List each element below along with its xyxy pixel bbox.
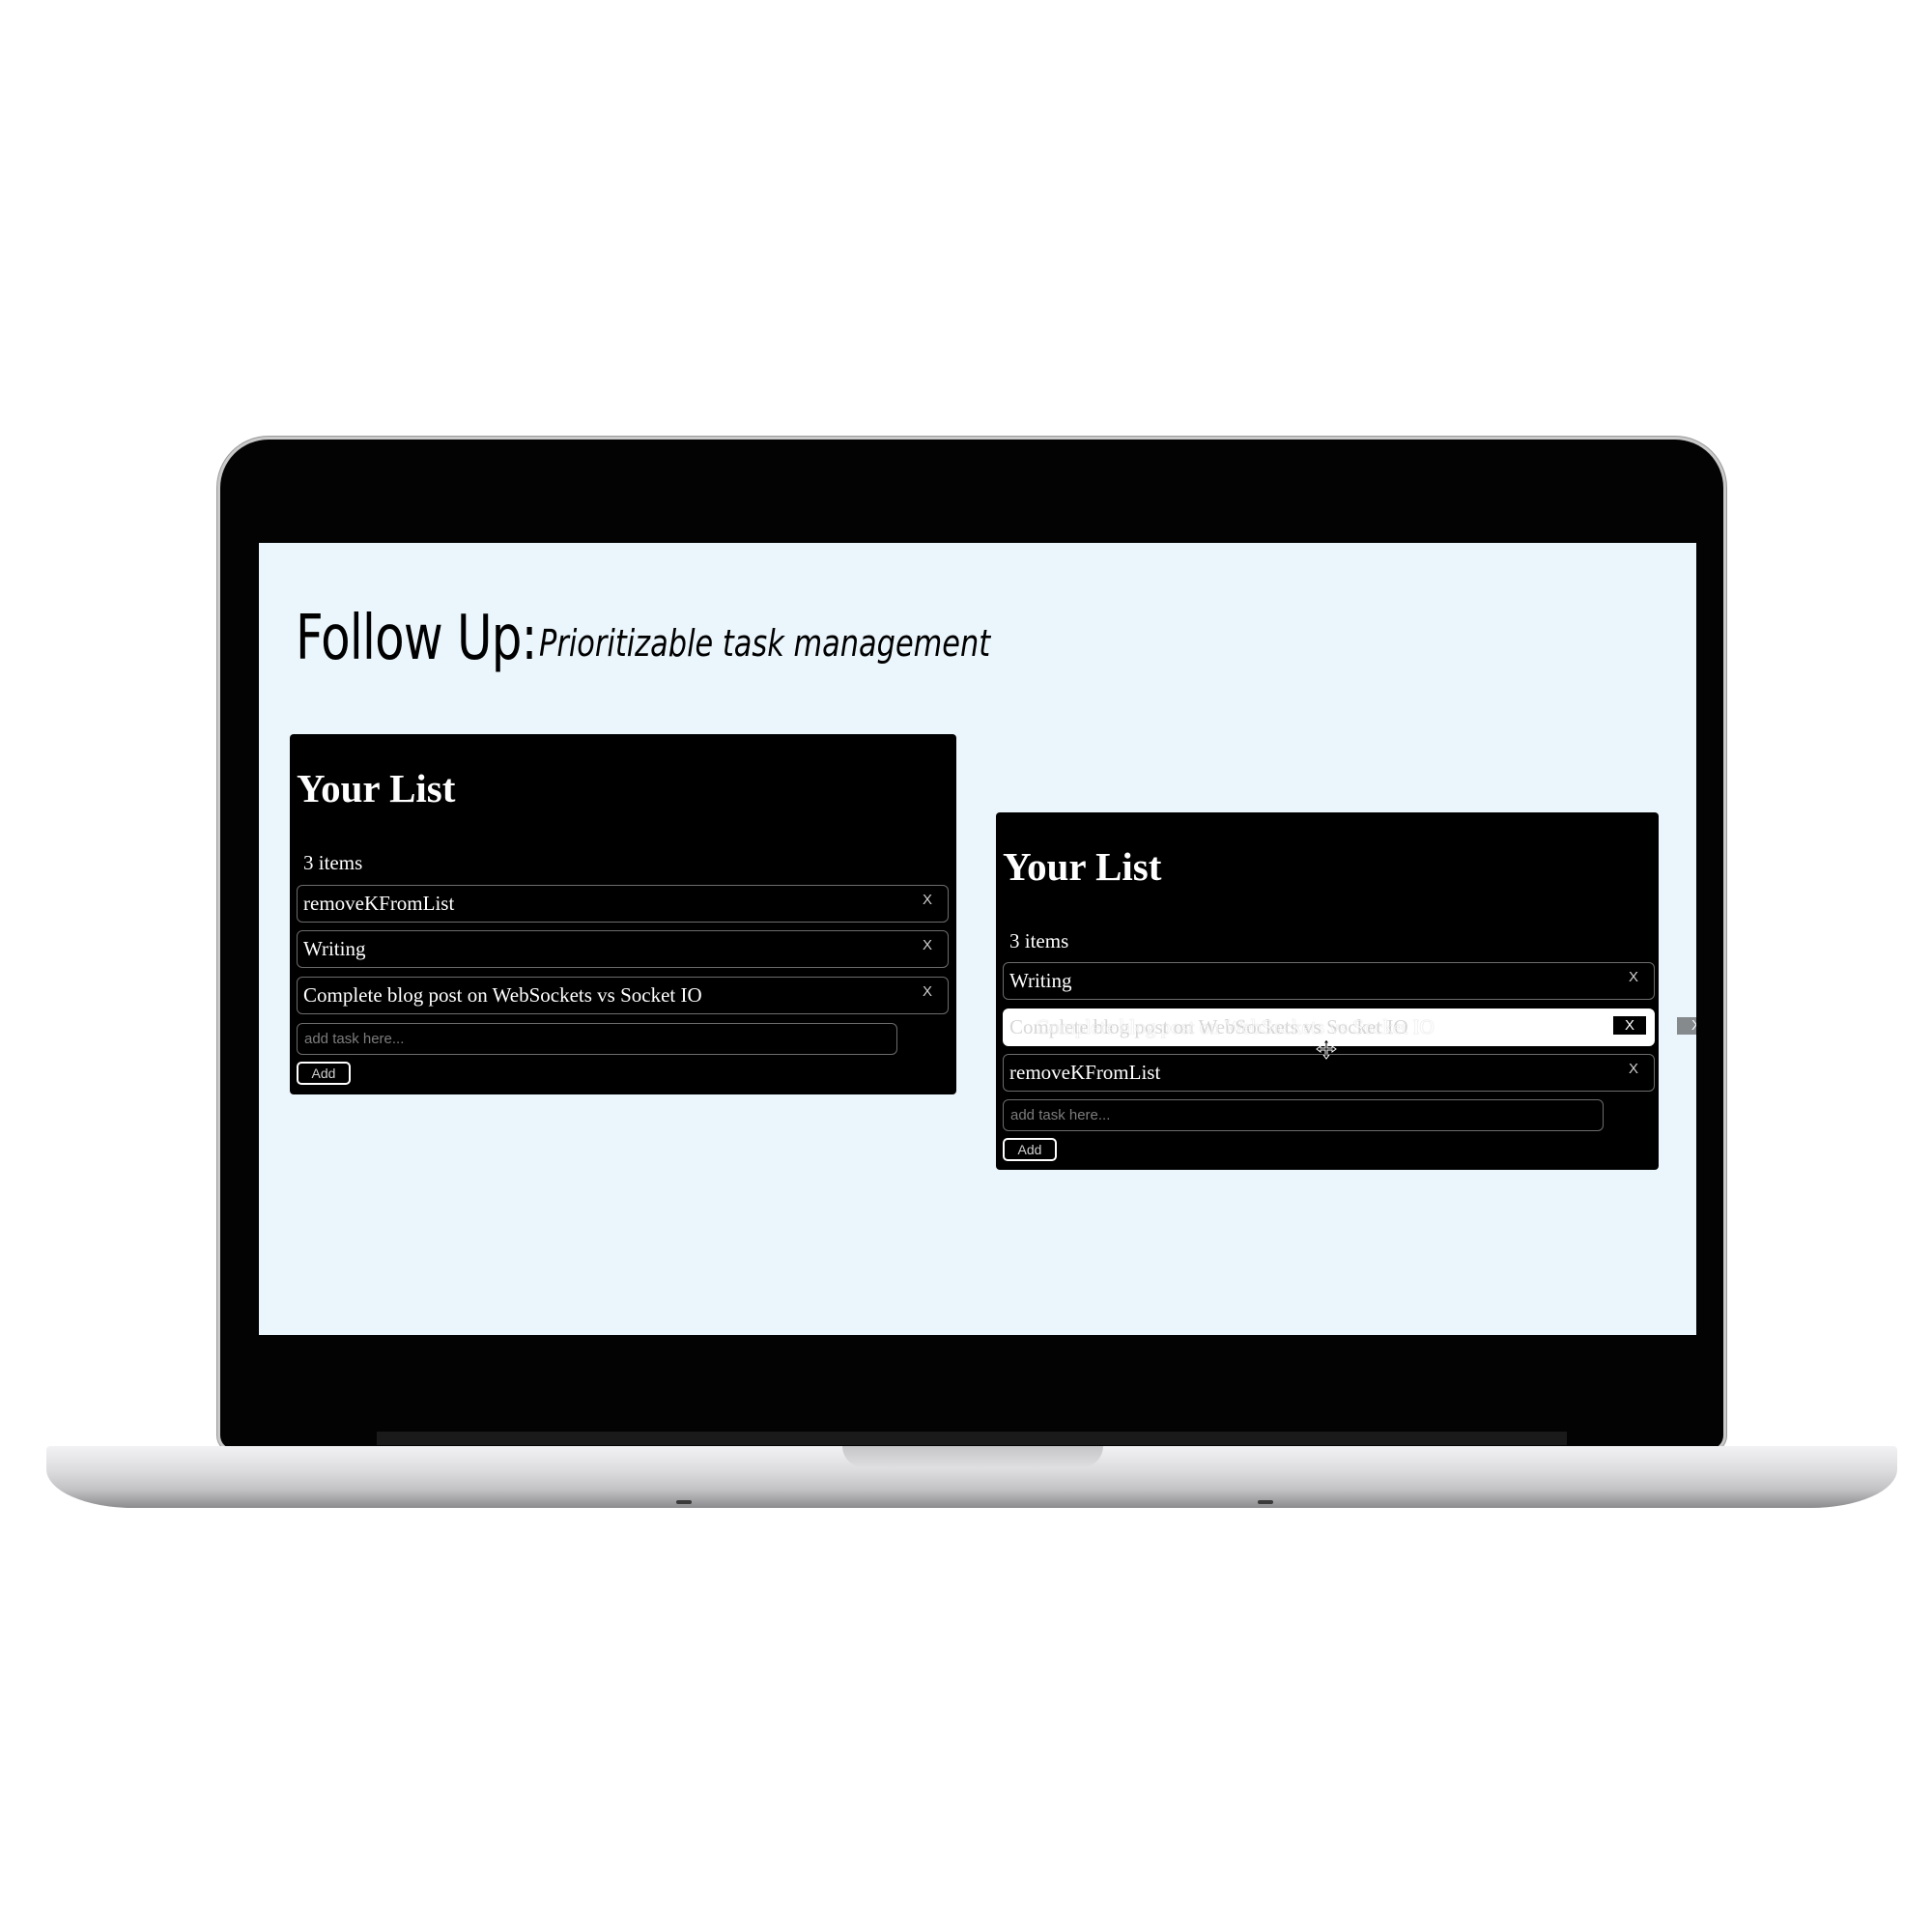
remove-task-button[interactable]: X <box>1629 1061 1638 1077</box>
remove-task-button[interactable]: X <box>1629 969 1638 985</box>
list-item[interactable]: removeKFromList X <box>297 885 949 923</box>
add-task-input[interactable] <box>297 1023 897 1055</box>
list-item-dragging[interactable]: Complete blog post on WebSockets vs Sock… <box>1003 1009 1696 1060</box>
task-label: removeKFromList <box>303 892 455 915</box>
add-task-button[interactable]: Add <box>1003 1138 1057 1161</box>
list-item[interactable]: Complete blog post on WebSockets vs Sock… <box>297 977 949 1014</box>
remove-task-button[interactable]: X <box>923 983 932 1000</box>
item-count: 3 items <box>303 851 363 874</box>
app-subtitle: Prioritizable task management <box>539 622 991 665</box>
drag-preview-label: Complete blog post on WebSockets vs Sock… <box>1036 1015 1435 1038</box>
task-label: Writing <box>303 937 366 960</box>
laptop-foot <box>676 1500 692 1504</box>
item-count: 3 items <box>1009 929 1069 952</box>
add-task-button[interactable]: Add <box>297 1062 351 1085</box>
laptop-notch <box>842 1446 1103 1467</box>
drag-preview-remove: X <box>1677 1017 1696 1035</box>
task-label: Writing <box>1009 969 1072 992</box>
list-item[interactable]: Writing X <box>1003 962 1655 1000</box>
remove-task-button[interactable]: X <box>923 892 932 908</box>
app-screen: Follow Up: Prioritizable task management… <box>259 543 1696 1335</box>
list-item[interactable]: removeKFromList X <box>1003 1054 1655 1092</box>
laptop-foot <box>1258 1500 1273 1504</box>
remove-task-button[interactable]: X <box>923 937 932 953</box>
list-heading: Your List <box>1003 844 1162 889</box>
list-item[interactable]: Writing X <box>297 930 949 968</box>
task-list-panel: Your List 3 items removeKFromList X Writ… <box>290 734 956 1094</box>
task-list-panel: Your List 3 items Writing X Complete blo… <box>996 812 1696 1170</box>
task-label: removeKFromList <box>1009 1061 1161 1084</box>
drag-preview: Complete blog post on WebSockets vs Sock… <box>1036 1015 1696 1042</box>
laptop-hinge <box>377 1432 1567 1445</box>
app-title-main: Follow Up: <box>296 603 537 674</box>
add-task-input[interactable] <box>1003 1099 1604 1131</box>
list-heading: Your List <box>297 766 456 810</box>
app-title: Follow Up: Prioritizable task management <box>296 603 990 674</box>
task-label: Complete blog post on WebSockets vs Sock… <box>303 983 702 1007</box>
